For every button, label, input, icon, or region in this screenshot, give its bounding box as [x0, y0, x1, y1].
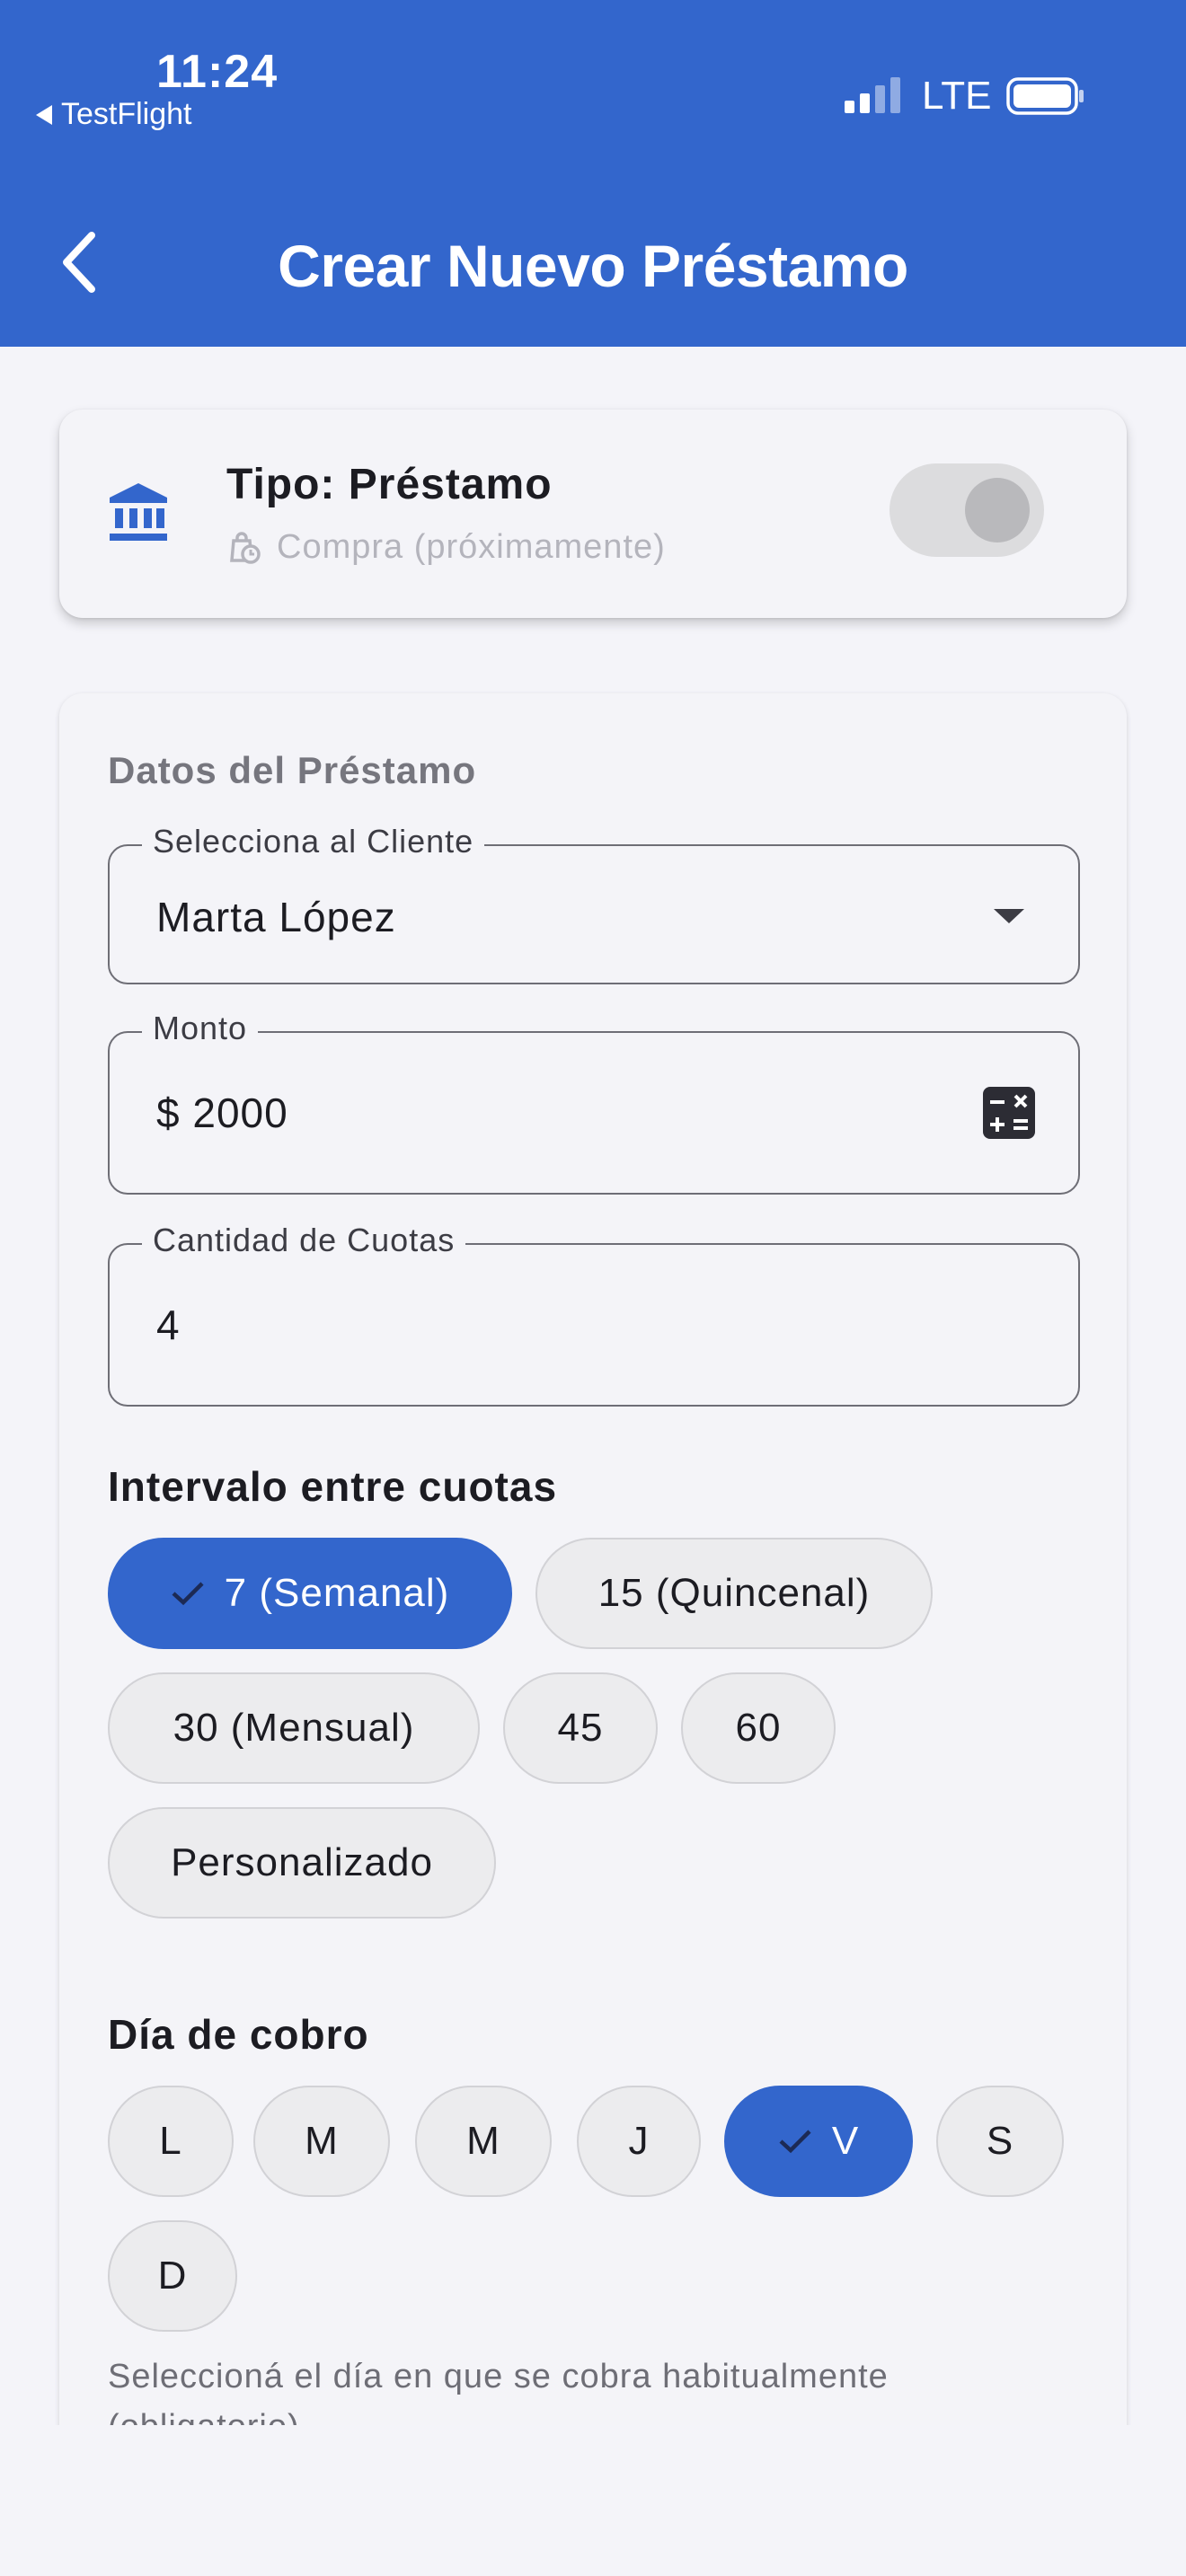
interval-chip-custom[interactable]: Personalizado [108, 1807, 496, 1919]
day-chip-jueves[interactable]: J [577, 2086, 701, 2197]
installments-field-label: Cantidad de Cuotas [142, 1222, 466, 1259]
day-chip-label: L [159, 2119, 182, 2163]
day-chip-miercoles[interactable]: M [415, 2086, 552, 2197]
amount-field[interactable]: Monto $ 2000 [108, 1010, 1080, 1195]
interval-chip-label: 60 [735, 1706, 782, 1750]
interval-chip-30[interactable]: 30 (Mensual) [108, 1672, 480, 1784]
interval-chip-60[interactable]: 60 [681, 1672, 836, 1784]
day-chip-label: J [628, 2119, 650, 2163]
amount-field-label: Monto [142, 1010, 259, 1047]
day-chip-lunes[interactable]: L [108, 2086, 234, 2197]
interval-chip-label: 30 (Mensual) [173, 1706, 415, 1750]
day-chip-sabado[interactable]: S [936, 2086, 1064, 2197]
day-chip-label: D [157, 2254, 188, 2298]
collection-day-title: Día de cobro [108, 2011, 369, 2058]
interval-chip-45[interactable]: 45 [503, 1672, 658, 1784]
purchase-toggle[interactable] [890, 463, 1044, 557]
check-icon [779, 2130, 811, 2154]
interval-chip-7[interactable]: 7 (Semanal) [108, 1538, 512, 1649]
loan-type-subtitle: Compra (próximamente) [226, 528, 666, 567]
bank-icon [110, 483, 167, 541]
loan-data-card: Datos del Préstamo Selecciona al Cliente… [59, 693, 1127, 2576]
interval-chip-label: Personalizado [171, 1840, 433, 1884]
day-chip-label: M [305, 2119, 339, 2163]
network-label: LTE [922, 74, 992, 118]
status-back-to-app[interactable]: TestFlight [36, 97, 192, 132]
status-back-label: TestFlight [61, 97, 192, 131]
app-bar: 11:24 TestFlight LTE Crear Nuevo Préstam… [0, 0, 1186, 347]
shopping-bag-clock-icon [230, 531, 261, 564]
section-title: Datos del Préstamo [108, 749, 477, 791]
loan-type-title: Tipo: Préstamo [226, 461, 553, 508]
toggle-knob [965, 478, 1030, 543]
interval-chip-label: 45 [557, 1706, 604, 1750]
loan-type-subtitle-text: Compra (próximamente) [277, 528, 666, 566]
status-time: 11:24 [156, 46, 279, 98]
installments-field[interactable]: Cantidad de Cuotas 4 [108, 1222, 1080, 1407]
check-icon [172, 1582, 204, 1606]
screen-bottom [0, 2425, 1186, 2576]
day-chip-label: M [466, 2119, 500, 2163]
day-chip-label: S [986, 2119, 1014, 2163]
dropdown-arrow-icon [994, 909, 1024, 923]
installments-field-value: 4 [156, 1301, 181, 1348]
interval-chip-label: 7 (Semanal) [224, 1571, 450, 1615]
interval-title: Intervalo entre cuotas [108, 1463, 558, 1510]
battery-icon [1006, 77, 1084, 115]
amount-field-value: $ 2000 [156, 1090, 288, 1136]
back-triangle-icon [36, 104, 52, 125]
client-select-label: Selecciona al Cliente [142, 823, 485, 860]
signal-icon [845, 77, 900, 113]
client-select-value: Marta López [156, 894, 396, 940]
day-chip-martes[interactable]: M [253, 2086, 390, 2197]
loan-type-card: Tipo: Préstamo Compra (próximamente) [59, 410, 1127, 618]
client-select[interactable]: Selecciona al Cliente Marta López [108, 823, 1080, 984]
calculator-icon[interactable] [981, 1085, 1037, 1141]
interval-chip-15[interactable]: 15 (Quincenal) [535, 1538, 933, 1649]
day-chip-label: V [831, 2119, 860, 2163]
page-title: Crear Nuevo Préstamo [278, 233, 908, 299]
day-chip-viernes[interactable]: V [724, 2086, 913, 2197]
interval-chip-label: 15 (Quincenal) [597, 1571, 871, 1615]
day-chip-domingo[interactable]: D [108, 2220, 237, 2332]
